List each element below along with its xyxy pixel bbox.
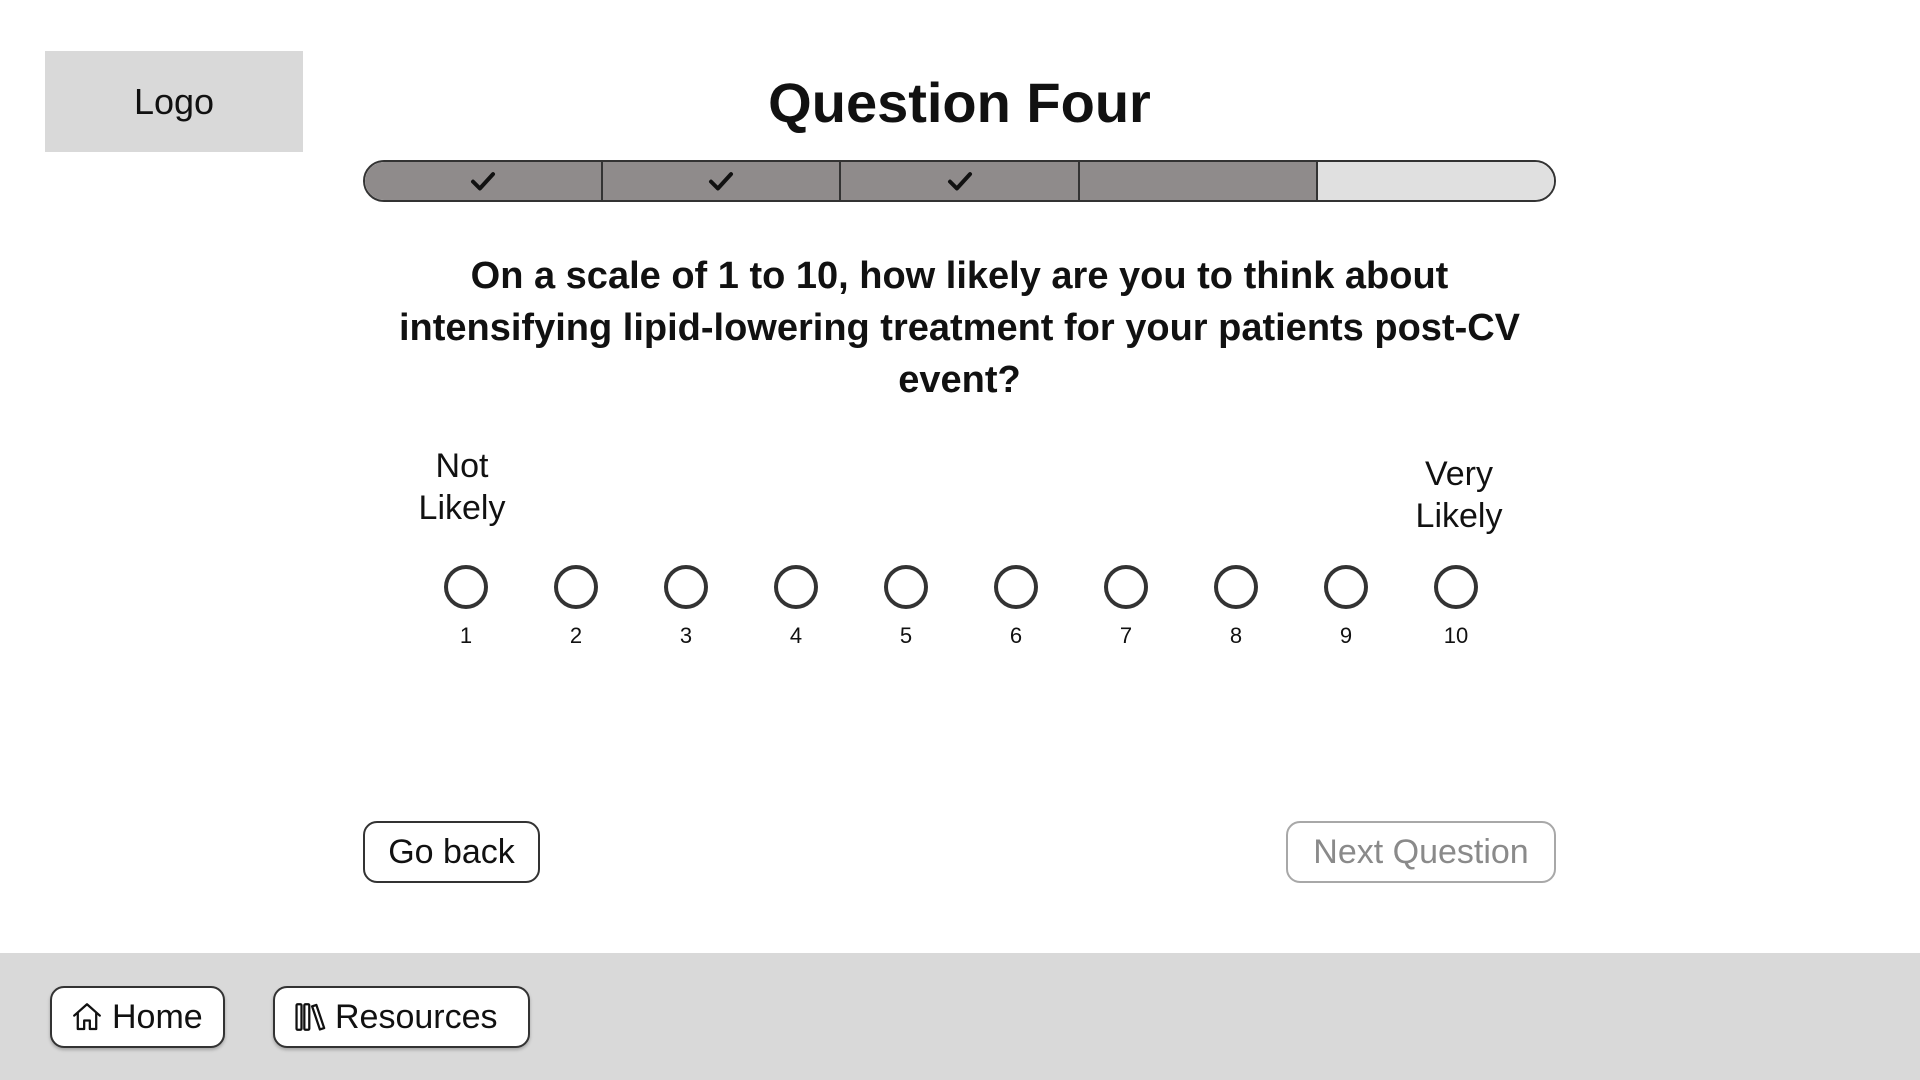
radio-button[interactable] [664, 565, 708, 609]
books-icon [295, 1003, 326, 1031]
logo: Logo [45, 51, 303, 152]
check-icon [471, 172, 496, 191]
check-icon [709, 172, 734, 191]
progress-step-5 [1317, 162, 1554, 200]
rating-option-5[interactable]: 5 [866, 565, 946, 649]
scale-high-label: Very Likely [1379, 453, 1539, 537]
rating-option-number: 10 [1443, 623, 1469, 648]
scale-high-label-line2: Likely [1415, 497, 1503, 535]
progress-bar [363, 160, 1556, 202]
rating-option-number: 5 [899, 623, 913, 648]
home-label: Home [112, 997, 203, 1036]
rating-option-2[interactable]: 2 [536, 565, 616, 649]
radio-button[interactable] [1324, 565, 1368, 609]
rating-option-number: 7 [1119, 623, 1133, 648]
rating-option-7[interactable]: 7 [1086, 565, 1166, 649]
radio-button[interactable] [1214, 565, 1258, 609]
rating-option-number: 4 [789, 623, 803, 648]
radio-button[interactable] [774, 565, 818, 609]
rating-option-number: 3 [679, 623, 693, 648]
progress-step-2 [603, 162, 842, 200]
radio-button[interactable] [884, 565, 928, 609]
rating-option-3[interactable]: 3 [646, 565, 726, 649]
check-icon [947, 172, 972, 191]
rating-option-9[interactable]: 9 [1306, 565, 1386, 649]
home-button[interactable]: Home [50, 986, 225, 1048]
radio-button[interactable] [444, 565, 488, 609]
scale-low-label-line1: Not [435, 447, 489, 485]
rating-option-1[interactable]: 1 [426, 565, 506, 649]
rating-option-10[interactable]: 10 [1416, 565, 1496, 649]
rating-option-number: 8 [1229, 623, 1243, 648]
radio-button[interactable] [1434, 565, 1478, 609]
rating-scale: 1 2 3 4 5 6 7 8 9 10 [0, 565, 1920, 655]
rating-option-6[interactable]: 6 [976, 565, 1056, 649]
question-text: On a scale of 1 to 10, how likely are yo… [398, 255, 1521, 401]
progress-step-3 [841, 162, 1080, 200]
radio-button[interactable] [554, 565, 598, 609]
resources-label: Resources [335, 997, 498, 1036]
resources-button[interactable]: Resources [273, 986, 530, 1048]
radio-button[interactable] [994, 565, 1038, 609]
home-icon [73, 1003, 101, 1031]
scale-high-label-line1: Very [1424, 455, 1494, 493]
progress-step-4 [1079, 162, 1318, 200]
radio-button[interactable] [1104, 565, 1148, 609]
rating-option-8[interactable]: 8 [1196, 565, 1276, 649]
rating-option-number: 2 [569, 623, 583, 648]
scale-low-label: Not Likely [382, 445, 542, 529]
rating-option-number: 9 [1339, 623, 1353, 648]
rating-option-4[interactable]: 4 [756, 565, 836, 649]
scale-low-label-line2: Likely [418, 489, 506, 527]
footer-nav: Home Resources [0, 953, 1920, 1080]
next-question-button[interactable]: Next Question [1286, 821, 1556, 883]
go-back-button[interactable]: Go back [363, 821, 540, 883]
page-title: Question Four [768, 71, 1151, 134]
rating-option-number: 6 [1009, 623, 1023, 648]
rating-option-number: 1 [459, 623, 473, 648]
progress-step-1 [365, 162, 604, 200]
